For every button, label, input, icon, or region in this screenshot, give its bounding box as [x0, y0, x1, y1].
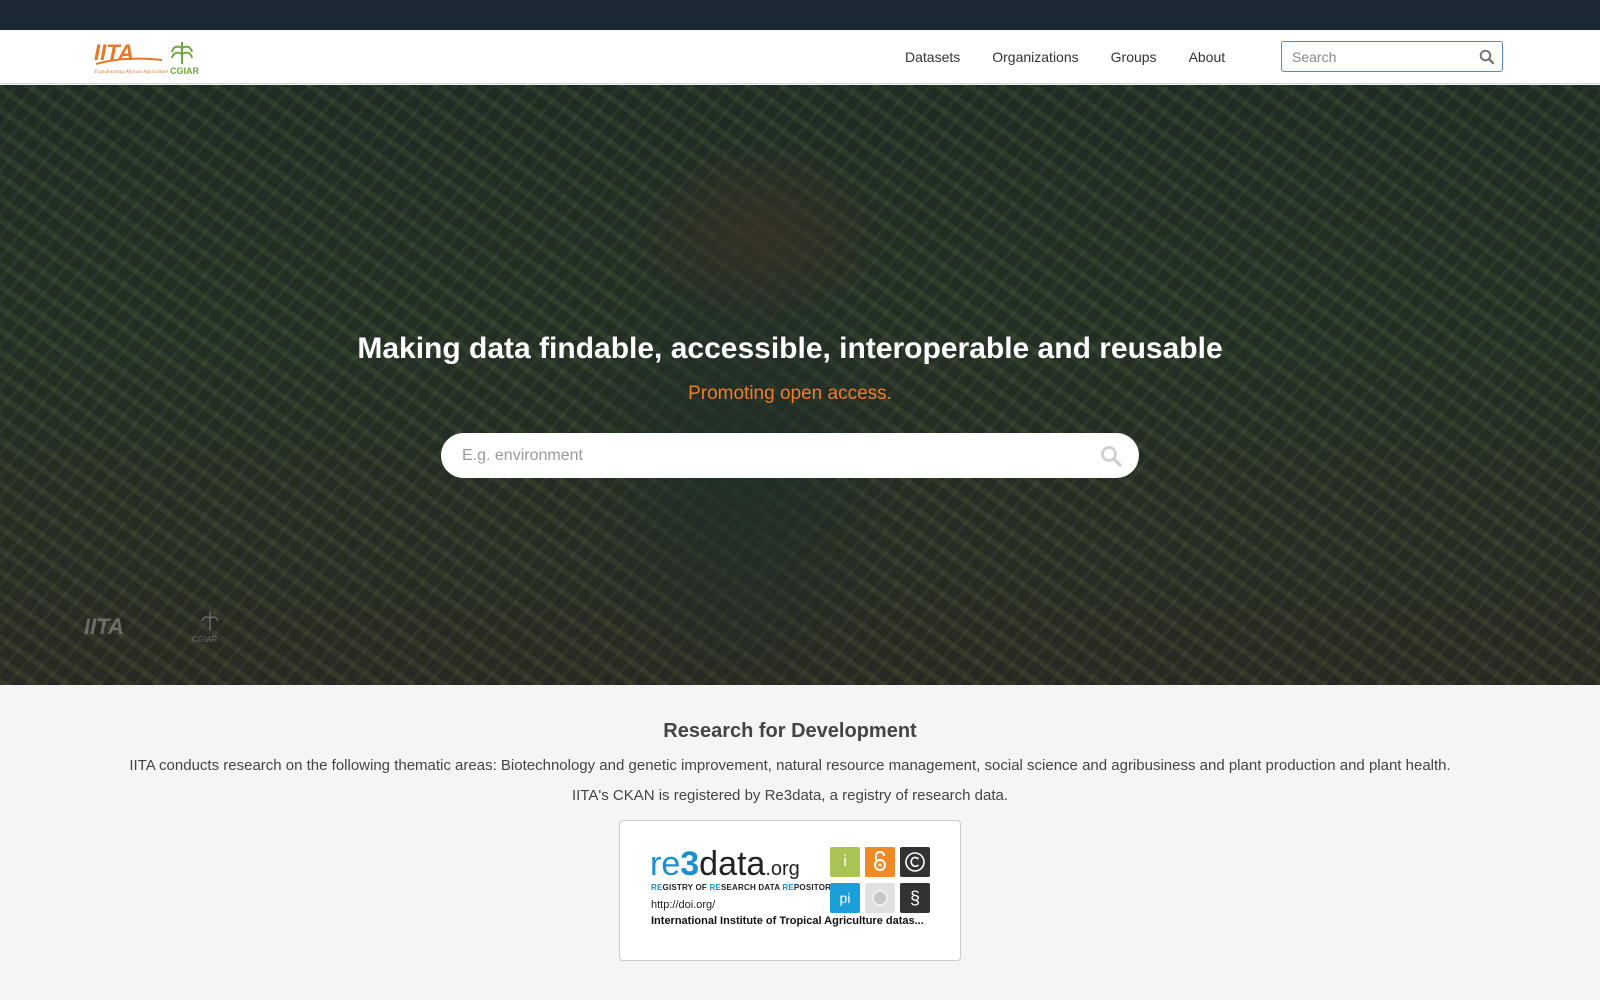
header-search-input[interactable]: [1282, 42, 1462, 71]
iita-cgiar-logo[interactable]: IITA Transforming African Agriculture CG…: [94, 34, 204, 78]
top-bar: [0, 0, 1600, 30]
registry-note: IITA's CKAN is registered by Re3data, a …: [571, 787, 1009, 804]
hero-tagline: Promoting open access.: [688, 383, 892, 404]
badge-doi: http://doi.org/: [651, 899, 716, 911]
hero-search-input[interactable]: [441, 433, 1061, 478]
re3data-badge[interactable]: re3data.org REGISTRY OF RESEARCH DATA RE…: [619, 820, 961, 961]
re3data-brand-3: 3: [680, 845, 700, 883]
svg-text:CGIAR: CGIAR: [170, 66, 200, 76]
nav-datasets[interactable]: Datasets: [905, 49, 960, 65]
hero-search: [441, 433, 1139, 478]
nav-about[interactable]: About: [1189, 49, 1226, 65]
research-section: Research for Development IITA conducts r…: [0, 685, 1600, 1000]
navbar: IITA Transforming African Agriculture CG…: [0, 30, 1600, 84]
re3data-brand-org: .org: [765, 858, 800, 880]
hero-title: Making data findable, accessible, intero…: [357, 332, 1223, 365]
hero-content: Making data findable, accessible, intero…: [0, 85, 1600, 685]
svg-text:Transforming African Agricultu: Transforming African Agriculture: [94, 68, 169, 75]
logo-graphic: IITA Transforming African Agriculture CG…: [94, 40, 200, 76]
re3data-tagline: REGISTRY OF RESEARCH DATA REPOSITORIES: [651, 883, 845, 892]
re3data-brand-data: data: [699, 845, 766, 883]
header-search: [1281, 41, 1503, 72]
hero-banner: IITA CGIAR Making data findable, accessi…: [0, 85, 1600, 685]
info-icon: i: [830, 847, 860, 877]
info-icon-label: i: [843, 853, 847, 870]
main-nav: Datasets Organizations Groups About: [905, 30, 1225, 84]
search-icon[interactable]: [1099, 444, 1123, 468]
pid-icon: pi: [830, 883, 860, 913]
badge-icons: i pi §: [830, 847, 930, 913]
re3data-brand-re: re: [650, 845, 681, 883]
policy-icon-label: §: [909, 887, 920, 908]
section-title: Research for Development: [663, 720, 917, 742]
nav-organizations[interactable]: Organizations: [992, 49, 1078, 65]
certificate-icon: [865, 883, 895, 913]
pid-icon-label: pi: [839, 890, 851, 906]
policy-icon: §: [900, 883, 930, 913]
badge-repository-name: International Institute of Tropical Agri…: [651, 915, 924, 927]
open-access-icon: [865, 847, 895, 877]
nav-groups[interactable]: Groups: [1111, 49, 1157, 65]
section-description: IITA conducts research on the following …: [129, 757, 1451, 774]
search-icon[interactable]: [1478, 48, 1496, 66]
copyright-icon: [900, 847, 930, 877]
